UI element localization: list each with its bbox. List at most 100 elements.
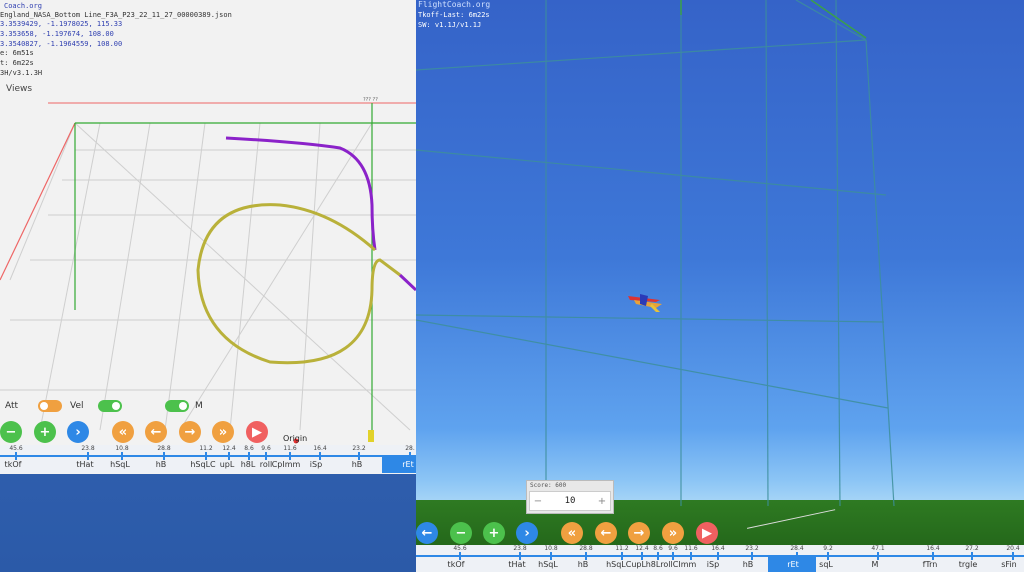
m-label: M	[195, 401, 203, 411]
timeline-maneuver-label[interactable]: hSqLCupL	[606, 560, 646, 569]
timeline-duration: 23.2	[352, 445, 366, 452]
timeline-maneuver-label[interactable]: hB	[743, 560, 754, 569]
top-axis-label: ??? ??	[363, 97, 378, 103]
timeline-maneuver-label[interactable]: rEt	[787, 560, 798, 569]
ground-grid	[0, 122, 416, 431]
timeline-maneuver-label[interactable]: tHat	[508, 560, 525, 569]
vel-toggle[interactable]	[97, 400, 122, 412]
timeline-duration: 28.8	[157, 445, 171, 452]
zoom-out-button[interactable]: −	[0, 421, 22, 443]
timeline-tick	[751, 552, 753, 560]
timeline-tick	[163, 452, 165, 460]
timeline-maneuver-label[interactable]: tkOf	[448, 560, 465, 569]
play-button-right[interactable]: ▶	[696, 522, 718, 544]
forward-button[interactable]: →	[179, 421, 201, 443]
timeline-maneuver-label[interactable]: fTrn	[923, 560, 938, 569]
timeline-maneuver-label[interactable]: tHat	[76, 460, 93, 469]
timeline-maneuver-label[interactable]: sqL	[819, 560, 833, 569]
timeline-duration: 23.8	[513, 545, 527, 552]
zoom-in-button[interactable]: +	[34, 421, 56, 443]
timeline-tick	[877, 552, 879, 560]
timeline-duration: 12.4	[635, 545, 649, 552]
timeline-maneuver-label[interactable]: hB	[352, 460, 363, 469]
next-button[interactable]: ›	[67, 421, 89, 443]
yellow-loop-path	[196, 203, 401, 365]
timeline-tick	[657, 552, 659, 560]
maneuver-timeline-right[interactable]: 45.6 23.8 10.8 28.8 11.2 12.4 8.6 9.6 11.6 16.4 23…	[416, 545, 1024, 572]
timeline-tick	[796, 552, 798, 560]
zoom-out-button-right[interactable]: −	[450, 522, 472, 544]
timeline-duration: 20.4	[1006, 545, 1020, 552]
fast-forward-button[interactable]: »	[212, 421, 234, 443]
back-button[interactable]: ←	[145, 421, 167, 443]
timeline-maneuver-label[interactable]: roll	[260, 460, 272, 469]
timeline-maneuver-label[interactable]: iSp	[310, 460, 322, 469]
score-plus-button[interactable]: +	[594, 496, 610, 507]
timeline-tick	[932, 552, 934, 560]
timeline-maneuver-label[interactable]: rEt	[402, 460, 413, 469]
timeline-duration: 23.8	[81, 445, 95, 452]
timeline-duration: 23.2	[745, 545, 759, 552]
timeline-maneuver-label[interactable]: hB	[578, 560, 589, 569]
timeline-maneuver-label[interactable]: h8L	[241, 460, 256, 469]
timeline-tick	[827, 552, 829, 560]
score-minus-button[interactable]: −	[530, 496, 546, 507]
score-stepper[interactable]: − 10 +	[529, 491, 611, 511]
right-3d-scene-panel[interactable]: FlightCoach.org Tkoff-Last: 6m22s SW: v1…	[416, 0, 1024, 572]
score-value[interactable]: 10	[546, 496, 594, 506]
maneuver-timeline-left[interactable]: 45.6 23.8 10.8 28.8 11.2 12.4 8.6 9.6 11.6 16.4 23…	[0, 445, 416, 473]
timeline-duration: 28.8	[579, 545, 593, 552]
timeline-tick	[121, 452, 123, 460]
att-toggle-row: Att	[5, 400, 63, 412]
aircraft-model	[628, 294, 662, 312]
timeline-duration: 45.6	[453, 545, 467, 552]
timeline-maneuver-label[interactable]: hB	[156, 460, 167, 469]
timeline-duration: 11.6	[684, 545, 698, 552]
timeline-maneuver-label[interactable]: upL	[220, 460, 235, 469]
timeline-maneuver-label[interactable]: h8LrollCImm	[646, 560, 697, 569]
timeline-maneuver-label[interactable]: sFin	[1001, 560, 1016, 569]
vel-toggle-row: Vel	[70, 400, 122, 412]
prev-button[interactable]: ←	[416, 522, 438, 544]
score-label: Score: 600	[530, 482, 567, 489]
timeline-tick	[550, 552, 552, 560]
timeline-tick	[717, 552, 719, 560]
timeline-tick	[641, 552, 643, 560]
timeline-maneuver-label[interactable]: hSqL	[110, 460, 130, 469]
timeline-duration: 10.8	[115, 445, 129, 452]
timeline-tick	[15, 452, 17, 460]
left-3d-view-panel: Coach.org England_NASA_Bottom Line_F3A_P…	[0, 0, 416, 474]
back-button-right[interactable]: ←	[595, 522, 617, 544]
timeline-maneuver-label[interactable]: trgle	[959, 560, 978, 569]
play-button[interactable]: ▶	[246, 421, 268, 443]
att-toggle[interactable]	[38, 400, 63, 412]
timeline-maneuver-label[interactable]: hSqLC	[190, 460, 215, 469]
timeline-tick	[205, 452, 207, 460]
zoom-in-button-right[interactable]: +	[483, 522, 505, 544]
timeline-maneuver-label[interactable]: tkOf	[5, 460, 22, 469]
timeline-bar	[0, 455, 416, 457]
timeline-tick	[358, 452, 360, 460]
timeline-maneuver-label[interactable]: iSp	[707, 560, 719, 569]
m-toggle[interactable]	[165, 400, 189, 412]
timeline-maneuver-label[interactable]: hSqL	[538, 560, 558, 569]
yellow-pole-marker	[368, 430, 374, 442]
timeline-duration: 11.2	[615, 545, 629, 552]
timeline-duration: 28.4	[790, 545, 804, 552]
timeline-tick	[971, 552, 973, 560]
timeline-duration: 28.	[405, 445, 415, 452]
timeline-maneuver-label[interactable]: M	[872, 560, 879, 569]
fast-back-button-right[interactable]: «	[561, 522, 583, 544]
fast-back-button[interactable]: «	[112, 421, 134, 443]
fast-forward-button-right[interactable]: »	[662, 522, 684, 544]
att-label: Att	[5, 401, 19, 411]
forward-button-right[interactable]: →	[628, 522, 650, 544]
timeline-maneuver-label[interactable]: CpImm	[272, 460, 301, 469]
timeline-tick	[621, 552, 623, 560]
next-button-right[interactable]: ›	[516, 522, 538, 544]
tkoff-last: Tkoff-Last: 6m22s	[418, 11, 490, 19]
timeline-tick	[265, 452, 267, 460]
timeline-duration: 16.4	[926, 545, 940, 552]
timeline-duration: 8.6	[653, 545, 663, 552]
flight-path-3d-plot[interactable]: ??? ??	[0, 0, 416, 474]
